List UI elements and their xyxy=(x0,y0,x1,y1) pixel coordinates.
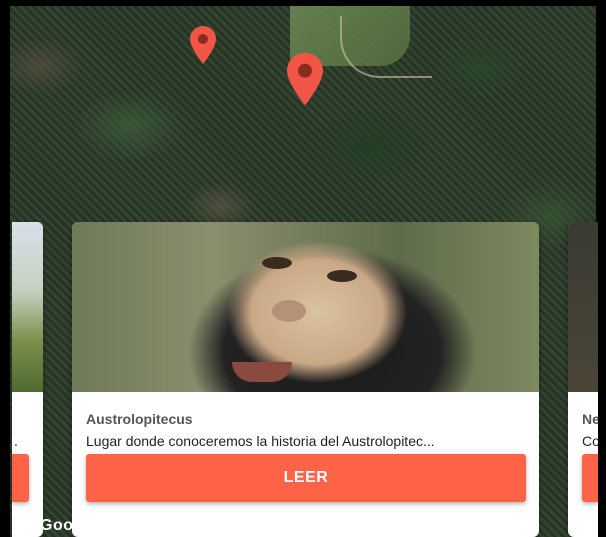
card-photo xyxy=(568,222,598,392)
map-pin-large-icon[interactable] xyxy=(287,52,323,106)
carousel-card-next[interactable]: Ne Co xyxy=(568,222,598,537)
read-button[interactable]: LEER xyxy=(86,454,526,502)
card-title: Austrolopitecus xyxy=(86,411,193,427)
carousel-card-previous[interactable]: . xyxy=(12,222,43,537)
photo-detail xyxy=(272,300,306,322)
card-description: Co xyxy=(582,433,598,449)
card-description: . xyxy=(14,433,18,449)
card-photo xyxy=(12,222,43,392)
map-pin-small-icon[interactable] xyxy=(190,26,216,64)
card-title: Ne xyxy=(582,411,598,427)
photo-detail xyxy=(262,257,292,269)
card-photo-chimpanzee xyxy=(72,222,539,392)
read-button[interactable] xyxy=(12,454,29,502)
google-logo: Google xyxy=(40,517,99,534)
map-trail xyxy=(340,16,432,78)
read-button[interactable] xyxy=(582,454,598,502)
carousel-card-austrolopitecus[interactable]: Austrolopitecus Lugar donde conoceremos … xyxy=(72,222,539,537)
card-description: Lugar donde conoceremos la historia del … xyxy=(86,433,435,449)
photo-detail xyxy=(327,270,357,282)
photo-detail xyxy=(232,362,292,382)
